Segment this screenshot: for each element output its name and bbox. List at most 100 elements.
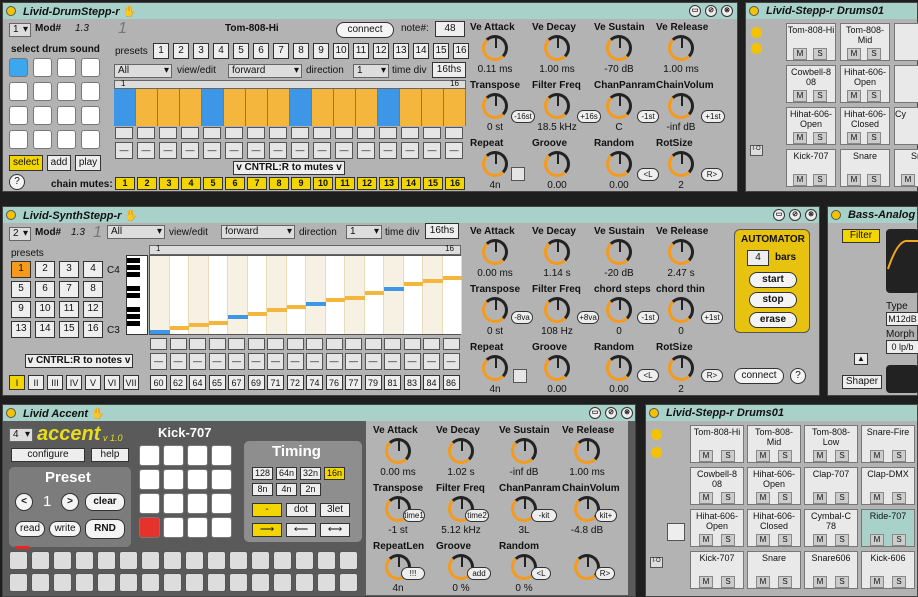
close-icon[interactable]: ⊗ [621,407,633,419]
preset-button[interactable]: 2 [35,261,55,278]
drum-select-pad[interactable] [81,106,100,125]
rack-list-icon[interactable] [651,447,662,458]
mute-button[interactable]: M [756,492,770,504]
rack-pad[interactable]: Kick-606 M S [861,551,915,589]
drum-select-pad[interactable] [57,82,76,101]
step-bar[interactable] [180,89,202,126]
drum-select-pad[interactable] [57,106,76,125]
rack-pad[interactable]: Ride-707 M S [861,509,915,547]
chain-mute-button[interactable]: 8 [269,177,289,190]
preset-next-button[interactable]: > [61,493,79,511]
drum-transpose-knob[interactable] [482,93,508,119]
view-select[interactable]: All [114,64,172,78]
solo-button[interactable]: S [867,48,881,60]
step-toggle[interactable] [384,338,401,350]
synth-repeat-knob[interactable] [482,355,508,381]
accent-step-top[interactable] [31,551,50,570]
type-field[interactable]: M12dB [886,312,918,326]
preset-button[interactable]: 1 [11,261,31,278]
repeat-toggle[interactable] [513,369,527,383]
step-value-field[interactable]: — [208,353,226,370]
step-value-field[interactable]: — [286,353,304,370]
drum-repeat-knob[interactable] [482,151,508,177]
step-value-field[interactable]: — [357,142,375,159]
synth-mini-button[interactable]: -1st [637,311,659,324]
timing-button[interactable]: 4n [276,483,297,496]
accent-ve-release-knob[interactable] [574,438,600,464]
step-toggle[interactable] [401,127,419,139]
accent-pad[interactable] [163,469,184,490]
step-toggle[interactable] [379,127,397,139]
preset-button[interactable]: 4 [83,261,103,278]
black-key[interactable] [127,258,140,263]
rack-pad[interactable] [894,23,918,61]
rack-pad[interactable]: Tom-808-Mid M S [747,425,801,463]
power-icon[interactable] [6,408,16,418]
accent-ve-attack-knob[interactable] [385,438,411,464]
rack-list-icon[interactable] [751,43,762,54]
step-value-field[interactable]: — [403,353,421,370]
backward-arrow-icon[interactable]: ⟵ [286,523,316,537]
step-toggle[interactable] [137,127,155,139]
step-toggle[interactable] [267,338,284,350]
accent-step-top[interactable] [273,551,292,570]
chain-mute-button[interactable]: 3 [159,177,179,190]
step-toggle[interactable] [150,338,167,350]
step-bar[interactable] [136,89,158,126]
solo-button[interactable]: S [721,492,735,504]
time-select[interactable]: 1 [346,225,382,239]
scale-mode-button[interactable]: VII [123,375,139,390]
accent-step-top[interactable] [75,551,94,570]
mute-button[interactable]: M [813,576,827,588]
time-div-field[interactable]: 16ths [425,223,459,239]
step-bar[interactable] [444,89,466,126]
drum-select-pad[interactable] [9,106,28,125]
preset-button[interactable]: 12 [83,301,103,318]
mute-button[interactable]: M [847,48,861,60]
mute-button[interactable]: M [813,534,827,546]
preset-button[interactable]: 11 [59,301,79,318]
direction-select[interactable]: forward [221,225,295,239]
step-note-field[interactable]: 79 [364,375,382,390]
drum-select-pad[interactable] [33,130,52,149]
solo-button[interactable]: S [892,450,906,462]
note-bar[interactable] [208,321,228,325]
drum-random-knob[interactable] [606,151,632,177]
accent-pad[interactable] [211,445,232,466]
rack-pad[interactable]: Snare M S [747,551,801,589]
step-toggle[interactable] [325,338,343,350]
chain-mute-button[interactable]: 13 [379,177,399,190]
solo-button[interactable]: S [813,48,827,60]
scale-mode-button[interactable]: V [85,375,101,390]
step-toggle[interactable] [291,127,309,139]
preset-button[interactable]: 8 [83,281,103,298]
note-roll[interactable] [149,255,462,335]
preset-button[interactable]: 12 [373,43,389,59]
play-button[interactable]: play [75,155,101,171]
solo-button[interactable]: S [835,576,849,588]
timing-button[interactable]: 8n [252,483,273,496]
synth-ve-attack-knob[interactable] [482,239,508,265]
scale-mode-button[interactable]: III [47,375,63,390]
step-value-field[interactable]: — [115,142,133,159]
accent-mini-button[interactable]: !!! [401,567,425,580]
step-toggle[interactable] [335,127,353,139]
preset-button[interactable]: 13 [393,43,409,59]
accent-pad[interactable] [187,469,208,490]
black-key[interactable] [127,314,140,319]
solo-button[interactable]: S [721,534,735,546]
midi-channel-select[interactable]: 1 [9,23,31,37]
triplet-button[interactable]: 3let [320,503,350,517]
step-toggle[interactable] [442,338,460,350]
step-value-field[interactable]: — [159,142,177,159]
chain-mute-button[interactable]: 10 [313,177,333,190]
step-bar[interactable] [400,89,422,126]
save-icon[interactable]: ⊘ [605,407,617,419]
accent-step-top[interactable] [317,551,336,570]
chain-mute-button[interactable]: 11 [335,177,355,190]
accent-step-top[interactable] [163,551,182,570]
chain-mute-button[interactable]: 1 [115,177,135,190]
configure-button[interactable]: configure [11,448,85,462]
rack-pad[interactable]: Cowbell-8 08 M S [786,65,836,103]
drum-ve-decay-knob[interactable] [544,35,570,61]
